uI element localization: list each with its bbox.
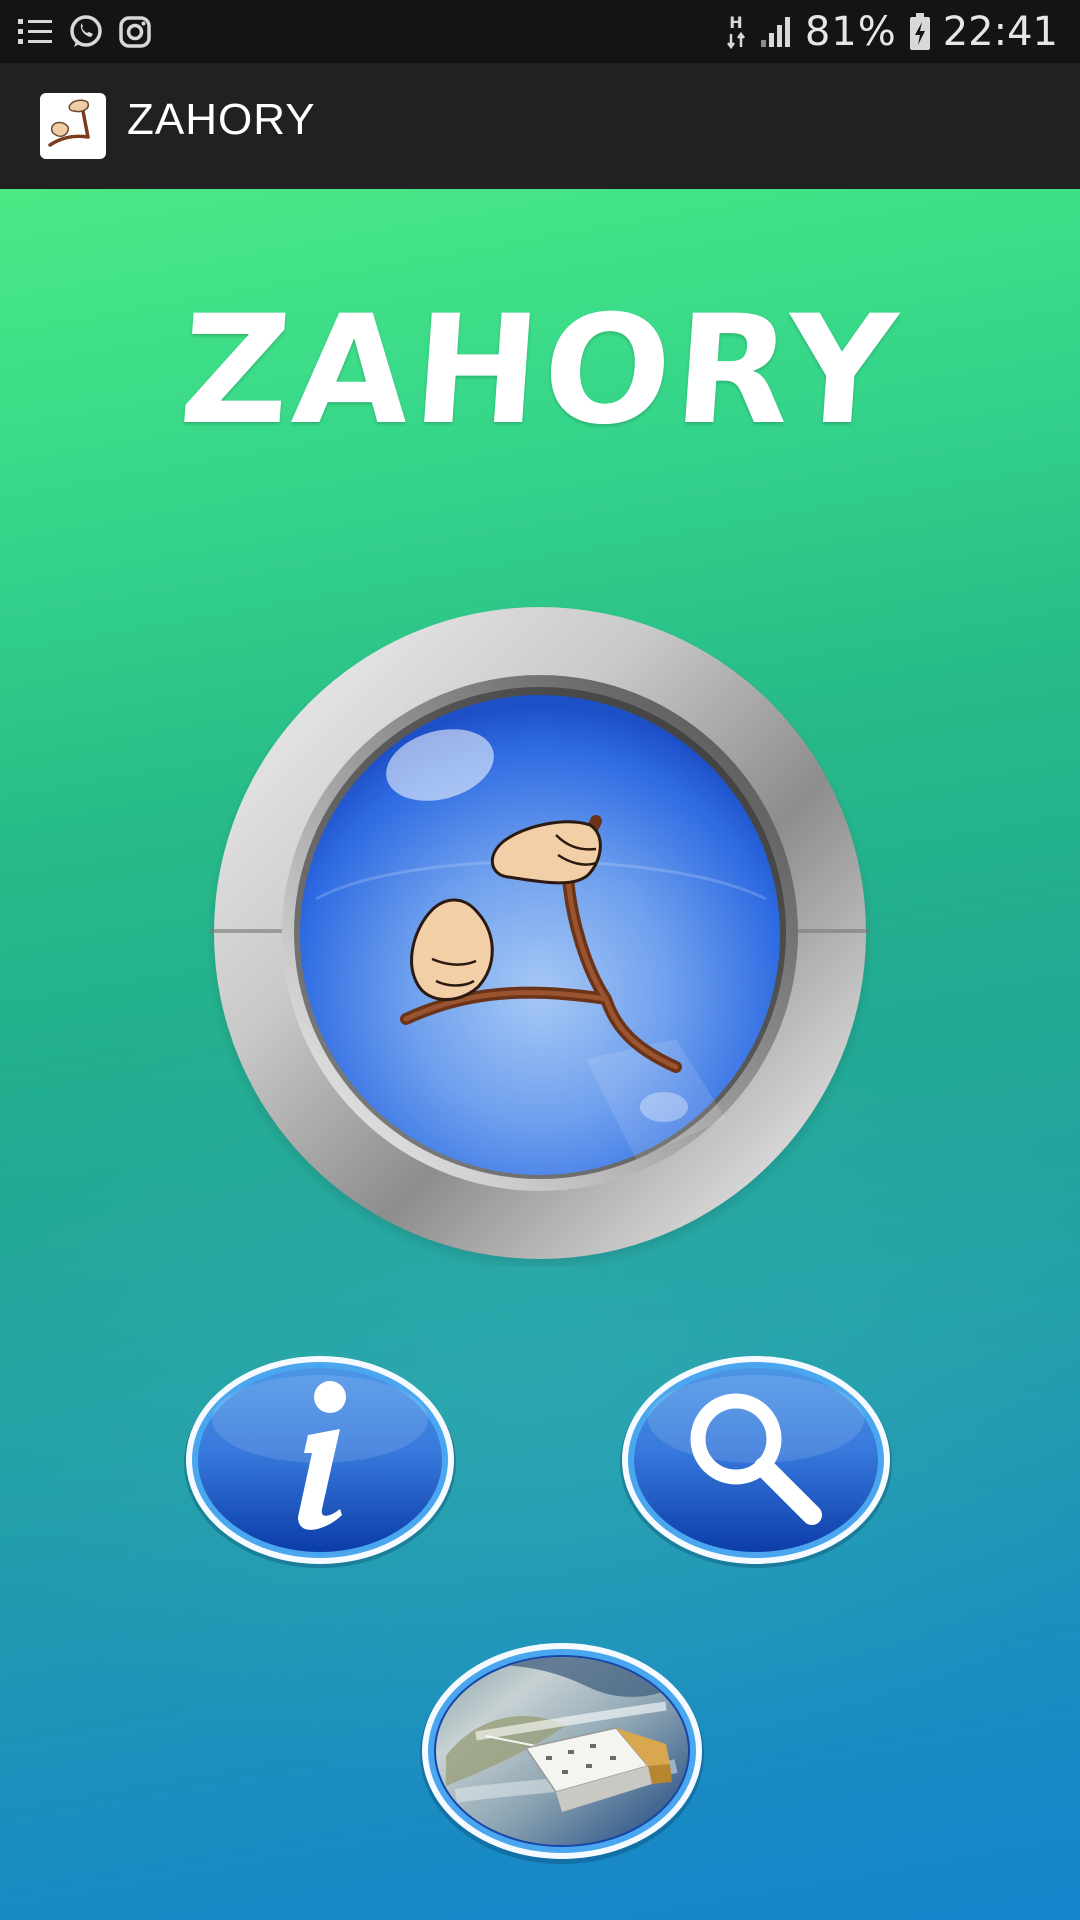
divining-rod-icon [48, 99, 90, 147]
main-content: ZAHORY [0, 189, 1080, 1920]
satellite-button[interactable] [416, 1636, 708, 1866]
search-button[interactable] [616, 1349, 896, 1571]
list-icon [18, 19, 52, 44]
app-title: ZAHORY [127, 95, 316, 144]
battery-charging-icon [909, 13, 930, 50]
battery-percent: 81% [804, 9, 897, 55]
info-button[interactable] [180, 1349, 460, 1571]
action-bar: ZAHORY [0, 63, 1080, 189]
logo-text-main: ZAHOR [174, 284, 793, 458]
zahory-logo: ZAHORY [0, 284, 1080, 458]
whatsapp-icon [70, 15, 102, 47]
network-type-icon: H [726, 13, 745, 50]
network-type-label: H [729, 13, 742, 32]
notification-icons [18, 10, 152, 54]
dowse-button[interactable] [206, 599, 874, 1267]
clock: 22:41 [942, 9, 1058, 55]
app-screen: H 81% 22:41 ZAHORY ZAHORY [0, 0, 1080, 1920]
app-logo-icon [40, 93, 106, 159]
instagram-icon [119, 16, 151, 48]
signal-icon [760, 17, 790, 47]
logo-text-y: Y [780, 284, 906, 458]
status-bar: H 81% 22:41 [0, 0, 1080, 63]
satellite-icon [436, 1657, 688, 1845]
system-status: H 81% 22:41 [725, 6, 1058, 58]
